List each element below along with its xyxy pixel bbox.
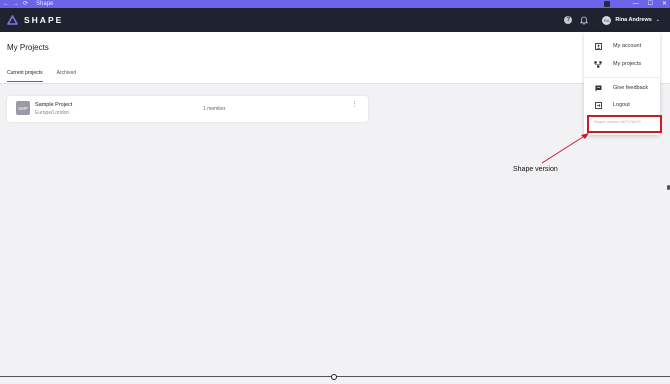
- window-controls: — ☐ ✕: [633, 0, 667, 8]
- annotation-label: Shape version: [513, 166, 558, 173]
- browser-nav: ← → ⟳ Shape: [3, 0, 53, 8]
- projects-icon: [594, 60, 602, 68]
- more-options-icon[interactable]: ⋮: [351, 101, 358, 108]
- timeline-scrubber[interactable]: [331, 374, 337, 380]
- close-icon[interactable]: ✕: [662, 0, 667, 8]
- extension-icon[interactable]: [604, 1, 610, 7]
- project-name: Sample Project: [35, 102, 73, 108]
- header-actions: ? RA Rina Andrews ⌄: [564, 8, 660, 32]
- chevron-down-icon: ⌄: [655, 17, 660, 23]
- maximize-icon[interactable]: ☐: [648, 0, 653, 8]
- annotation-arrow: [541, 133, 589, 164]
- menu-item-label: Give feedback: [613, 85, 649, 91]
- project-members: 1 member: [203, 106, 226, 112]
- app-header: SHAPE ? RA Rina Andrews ⌄: [0, 8, 670, 32]
- menu-item-give-feedback[interactable]: Give feedback: [594, 84, 648, 92]
- page-title: My Projects: [7, 43, 49, 52]
- logo[interactable]: SHAPE: [7, 15, 63, 25]
- feedback-icon: [594, 84, 602, 92]
- tab-archived[interactable]: Archived: [57, 70, 76, 82]
- menu-item-logout[interactable]: Logout: [594, 101, 630, 109]
- forward-icon[interactable]: →: [13, 0, 19, 8]
- page-header: My Projects Current projects Archived: [0, 32, 670, 84]
- menu-item-label: My account: [613, 43, 642, 49]
- menu-item-my-account[interactable]: My account: [594, 42, 641, 50]
- browser-tab-title[interactable]: Shape: [36, 0, 53, 8]
- browser-toolbar: ← → ⟳ Shape — ☐ ✕: [0, 0, 670, 8]
- project-thumbnail: SMP: [16, 101, 30, 115]
- reload-icon[interactable]: ⟳: [23, 0, 28, 8]
- logout-icon: [594, 101, 602, 109]
- account-icon: [594, 42, 602, 50]
- menu-item-my-projects[interactable]: My projects: [594, 60, 641, 68]
- shape-logo-icon: [7, 15, 18, 25]
- project-card[interactable]: SMP Sample Project Europe/London 1 membe…: [7, 96, 368, 122]
- help-icon[interactable]: ?: [564, 16, 573, 24]
- bell-icon[interactable]: [580, 16, 589, 25]
- back-icon[interactable]: ←: [3, 0, 9, 8]
- annotation-highlight-box: [587, 115, 662, 133]
- project-timezone: Europe/London: [35, 109, 70, 116]
- user-menu-button[interactable]: RA Rina Andrews ⌄: [602, 15, 660, 25]
- tab-current-projects[interactable]: Current projects: [7, 70, 43, 82]
- menu-divider: [584, 77, 660, 78]
- menu-item-label: Logout: [613, 102, 630, 108]
- avatar: RA: [602, 15, 612, 25]
- user-name: Rina Andrews: [615, 17, 652, 23]
- minimize-icon[interactable]: —: [633, 0, 639, 8]
- project-tabs: Current projects Archived: [7, 70, 76, 82]
- menu-item-label: My projects: [613, 61, 642, 67]
- logo-text: SHAPE: [24, 15, 64, 25]
